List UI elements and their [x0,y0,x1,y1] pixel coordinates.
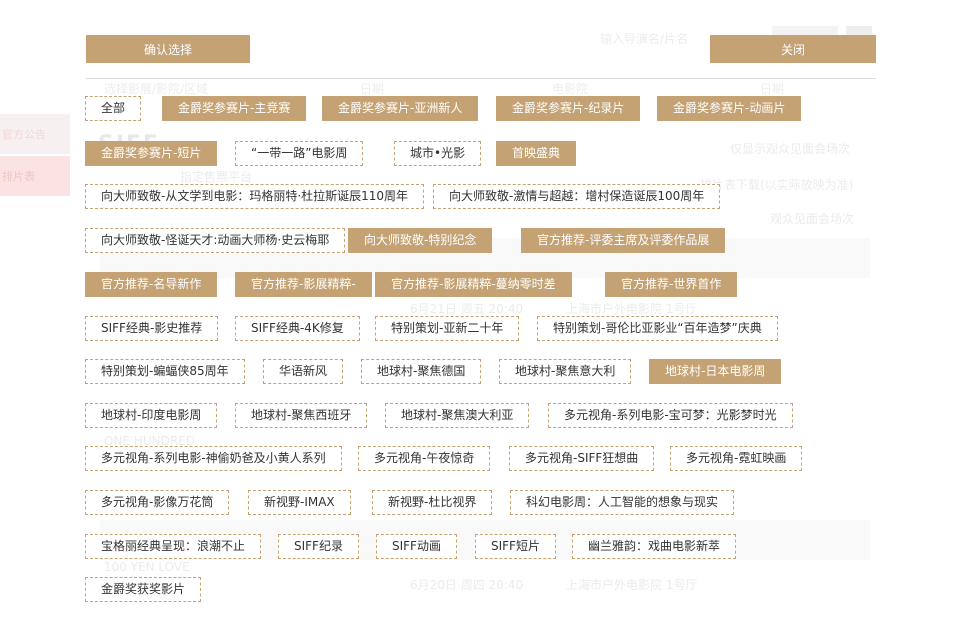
tag[interactable]: 特别策划-亚新二十年 [375,316,520,341]
tag[interactable]: 金爵奖获奖影片 [85,577,202,602]
tag[interactable]: 新视野-IMAX [248,490,351,515]
tag[interactable]: 地球村-聚焦西班牙 [235,403,368,428]
tag[interactable]: 科幻电影周：人工智能的想象与现实 [510,490,735,515]
tag[interactable]: 多元视角-SIFF狂想曲 [509,446,655,471]
tag[interactable]: 金爵奖参赛片-亚洲新人 [322,96,479,121]
tag[interactable]: 地球村-印度电影周 [85,403,218,428]
confirm-button[interactable]: 确认选择 [86,35,250,63]
tag[interactable]: 官方推荐-名导新作 [85,272,218,297]
tag[interactable]: 多元视角-系列电影-宝可梦：光影梦时光 [548,403,793,428]
tag[interactable]: 特别策划-哥伦比亚影业“百年造梦”庆典 [537,316,778,341]
tag[interactable]: 多元视角-影像万花筒 [85,490,230,515]
tag[interactable]: 向大师致敬-从文学到电影：玛格丽特·杜拉斯诞辰110周年 [85,184,425,209]
tag[interactable]: 宝格丽经典呈现：浪潮不止 [85,534,262,559]
tag[interactable]: 幽兰雅韵：戏曲电影新萃 [572,534,737,559]
close-button[interactable]: 关闭 [710,35,876,63]
tag[interactable]: 金爵奖参赛片-动画片 [657,96,802,121]
tag[interactable]: 全部 [85,96,142,121]
tag[interactable]: 向大师致敬-特别纪念 [348,228,493,253]
tag[interactable]: 官方推荐-评委主席及评委作品展 [521,228,726,253]
tag[interactable]: 金爵奖参赛片-主竞赛 [162,96,307,121]
tag[interactable]: “一带一路”电影周 [235,141,364,166]
tag[interactable]: 新视野-杜比视界 [372,490,493,515]
tag[interactable]: 地球村-聚焦澳大利亚 [385,403,530,428]
tag[interactable]: 地球村-聚焦意大利 [499,359,632,384]
tag[interactable]: SIFF经典-影史推荐 [85,316,219,341]
tag[interactable]: 多元视角-系列电影-神偷奶爸及小黄人系列 [85,446,342,471]
tag[interactable]: 金爵奖参赛片-短片 [85,141,218,166]
category-picker-modal: 确认选择 关闭 全部 金爵奖参赛片-主竞赛 金爵奖参赛片-亚洲新人 金爵奖参赛片… [0,0,954,629]
tag[interactable]: 城市•光影 [394,141,482,166]
tag[interactable]: 官方推荐-世界首作 [605,272,738,297]
tag[interactable]: 地球村-聚焦德国 [361,359,482,384]
tag[interactable]: 向大师致敬-怪诞天才:动画大师杨·史云梅耶 [85,228,346,253]
tag[interactable]: 官方推荐-影展精粹- [235,272,372,297]
tag[interactable]: 多元视角-霓虹映画 [670,446,803,471]
tag[interactable]: 向大师致敬-激情与超越：增村保造诞辰100周年 [433,184,721,209]
tag[interactable]: SIFF动画 [376,534,457,559]
tag[interactable]: 华语新风 [263,359,344,384]
tag[interactable]: 多元视角-午夜惊奇 [358,446,491,471]
tag[interactable]: SIFF纪录 [278,534,359,559]
tag[interactable]: 官方推荐-影展精粹-蔓纳零时差 [375,272,572,297]
tag[interactable]: 金爵奖参赛片-纪录片 [496,96,641,121]
tag[interactable]: 首映盛典 [496,141,577,166]
tag[interactable]: 地球村-日本电影周 [649,359,782,384]
tag[interactable]: SIFF经典-4K修复 [235,316,360,341]
tag[interactable]: SIFF短片 [475,534,556,559]
tag[interactable]: 特别策划-蝙蝠侠85周年 [85,359,245,384]
